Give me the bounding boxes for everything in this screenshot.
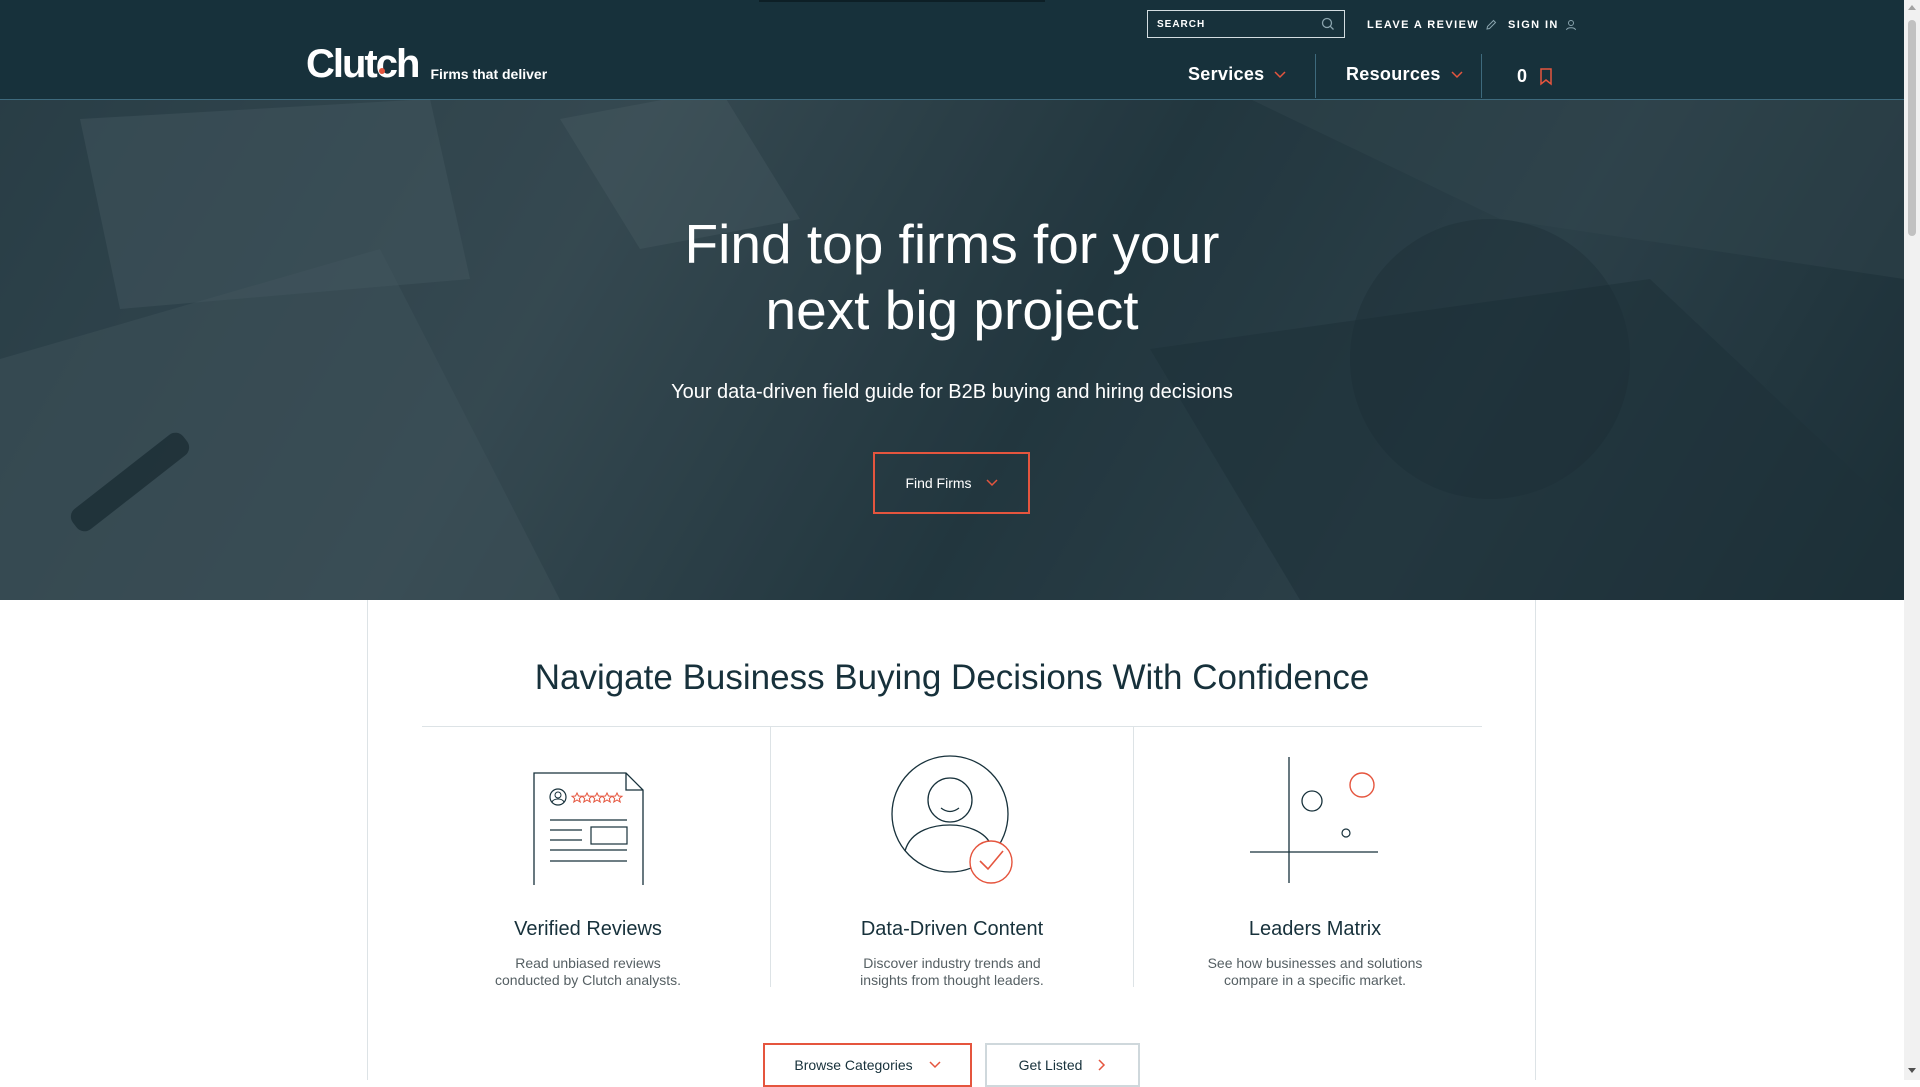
verified-user-icon	[891, 755, 1013, 884]
matrix-chart-icon	[1250, 757, 1378, 883]
leave-review-label: LEAVE A REVIEW	[1367, 19, 1480, 31]
hero-title-line-2: next big project	[765, 279, 1139, 341]
scroll-down-arrow[interactable]	[1908, 1068, 1916, 1073]
search-icon[interactable]	[1320, 16, 1336, 32]
chevron-right-icon	[1098, 1059, 1106, 1071]
feature-description: See how businesses and solutions compare…	[1134, 955, 1496, 989]
hero-title: Find top firms for your next big project	[0, 211, 1904, 343]
header-top-accent	[759, 0, 1045, 2]
pencil-icon	[1486, 19, 1497, 30]
hero-overlay	[0, 99, 1904, 600]
hero-subtitle: Your data-driven field guide for B2B buy…	[671, 381, 1233, 403]
nav-resources[interactable]: Resources	[1346, 64, 1463, 85]
nav-divider	[1315, 54, 1316, 98]
chevron-down-icon	[986, 479, 998, 487]
leave-review-link[interactable]: LEAVE A REVIEW	[1367, 19, 1497, 31]
logo-wordmark: Clutch	[306, 42, 420, 86]
nav-divider	[1481, 54, 1482, 98]
feature-description-line: Read unbiased reviews	[515, 955, 661, 971]
feature-description-line: See how businesses and solutions	[1207, 955, 1423, 971]
scroll-up-arrow[interactable]	[1908, 5, 1916, 10]
feature-title: Leaders Matrix	[1248, 918, 1382, 940]
feature-description: Read unbiased reviews conducted by Clutc…	[407, 955, 769, 989]
section-divider	[422, 726, 1482, 727]
bookmark-icon	[1540, 67, 1552, 86]
feature-description: Discover industry trends and insights fr…	[771, 955, 1133, 989]
chevron-down-icon	[1274, 70, 1286, 78]
sign-in-link[interactable]: SIGN IN	[1508, 19, 1577, 31]
page-scrollbar[interactable]	[1904, 0, 1920, 1080]
review-document-icon	[533, 772, 644, 885]
feature-title: Data-Driven Content	[860, 918, 1044, 940]
site-header: Clutch Firms that deliver LEAVE A REVIEW…	[0, 0, 1904, 100]
bookmark-count: 0	[1517, 66, 1528, 86]
feature-description-line: compare in a specific market.	[1223, 972, 1407, 988]
feature-title: Verified Reviews	[514, 918, 662, 940]
nav-services[interactable]: Services	[1188, 64, 1286, 85]
scroll-thumb[interactable]	[1908, 20, 1916, 236]
user-icon	[1565, 20, 1576, 31]
logo-tagline: Firms that deliver	[430, 66, 548, 82]
search-input[interactable]	[1148, 17, 1320, 31]
sign-in-label: SIGN IN	[1508, 19, 1559, 31]
get-listed-button[interactable]: Get Listed	[985, 1043, 1140, 1087]
logo-red-dot	[379, 68, 385, 74]
feature-description-line: Discover industry trends and	[863, 955, 1041, 971]
feature-description-line: conducted by Clutch analysts.	[495, 972, 681, 988]
find-firms-button[interactable]: Find Firms	[873, 452, 1030, 514]
hero-title-line-1: Find top firms for your	[684, 213, 1220, 275]
find-firms-label: Find Firms	[905, 475, 972, 491]
chevron-down-icon	[929, 1061, 941, 1069]
nav-services-label: Services	[1188, 64, 1265, 84]
feature-description-line: insights from thought leaders.	[860, 972, 1044, 988]
section-title: Navigate Business Buying Decisions With …	[534, 658, 1370, 697]
clutch-logo[interactable]: Clutch Firms that deliver	[306, 44, 547, 84]
get-listed-label: Get Listed	[1018, 1057, 1083, 1073]
browse-categories-label: Browse Categories	[794, 1057, 913, 1073]
hero-banner: Find top firms for your next big project…	[0, 99, 1904, 600]
browse-categories-button[interactable]: Browse Categories	[763, 1043, 972, 1087]
nav-resources-label: Resources	[1346, 64, 1441, 84]
chevron-down-icon	[1451, 70, 1463, 78]
bookmarks-button[interactable]: 0	[1517, 66, 1553, 87]
search-box[interactable]	[1147, 10, 1345, 38]
